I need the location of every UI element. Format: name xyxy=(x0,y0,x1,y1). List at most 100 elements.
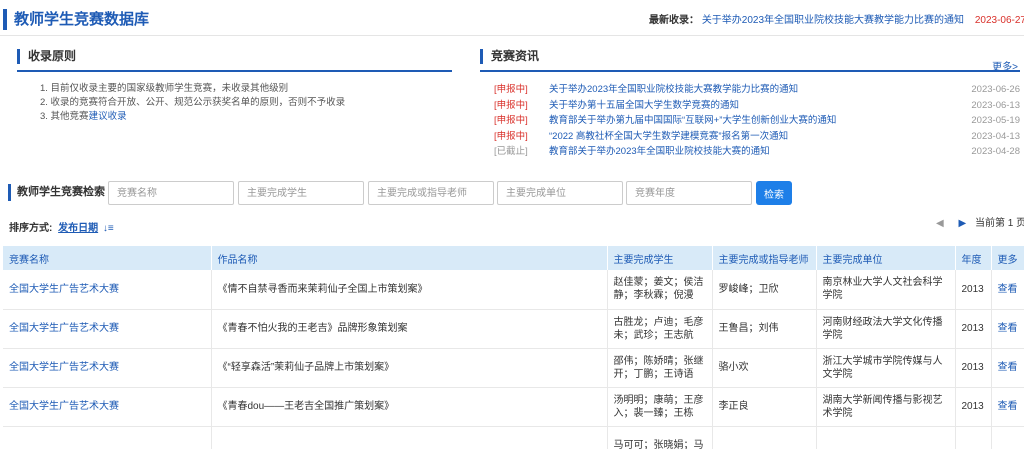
news-item[interactable]: [申报中] 教育部关于举办第九届中国国际“互联网+”大学生创新创业大赛的通知 2… xyxy=(494,113,1020,129)
principle-item: 3. 其他竞赛建议收录 xyxy=(40,110,345,124)
news-item[interactable]: [已截止] 教育部关于举办2023年全国职业院校技能大赛的通知 2023-04-… xyxy=(494,144,1020,160)
teachers-cell: 王鲁昌；刘伟 xyxy=(712,309,817,349)
next-page-icon[interactable]: ▶ xyxy=(958,218,966,229)
column-header: 主要完成或指导老师 xyxy=(712,246,817,270)
unit-cell: 湖南大学新闻传播与影视艺术学院 xyxy=(816,387,956,427)
latest-entry: 最新收录： 关于举办2023年全国职业院校技能大赛教学能力比赛的通知 2023-… xyxy=(649,11,1024,26)
principles-list: 1. 目前仅收录主要的国家级教师学生竞赛，未收录其他级别 2. 收录的竞赛符合开… xyxy=(40,82,345,124)
competition-name-input[interactable] xyxy=(108,181,234,205)
news-title-link[interactable]: “2022 高教社杯全国大学生数学建模竞赛”报名第一次通知 xyxy=(549,129,788,145)
news-date: 2023-04-13 xyxy=(971,130,1020,142)
view-link[interactable]: 查看 xyxy=(991,309,1024,349)
students-cell: 赵佳蒙；姜文；侯洁静；李秋霖；倪漫 xyxy=(607,270,713,310)
column-header: 更多 xyxy=(991,246,1024,270)
teachers-cell: 骆小欢 xyxy=(712,348,817,388)
news-date: 2023-06-26 xyxy=(971,84,1020,95)
view-link[interactable]: 查看 xyxy=(991,387,1024,427)
principle-item-prefix: 3. 其他竞赛 xyxy=(40,111,89,122)
news-title-link[interactable]: 教育部关于举办2023年全国职业院校技能大赛的通知 xyxy=(549,144,770,160)
search-label: 教师学生竞赛检索 xyxy=(8,184,105,201)
unit-cell xyxy=(816,426,956,449)
page-indicator: 当前第 1 页 xyxy=(974,218,1024,229)
news-item[interactable]: [申报中] 关于举办2023年全国职业院校技能大赛教学能力比赛的通知 2023-… xyxy=(494,82,1020,98)
teachers-cell: 罗峻峰；卫欣 xyxy=(712,270,817,310)
year-cell: 2013 xyxy=(955,387,992,427)
table-row: 全国大学生广告艺术大赛 《青春dou——王老吉全国推广策划案》 汤明明；康萌；王… xyxy=(3,387,1024,427)
pager: ◀ ▶ 当前第 1 页 xyxy=(936,214,1024,229)
student-input[interactable] xyxy=(238,181,364,205)
principle-item: 1. 目前仅收录主要的国家级教师学生竞赛，未收录其他级别 xyxy=(40,83,289,94)
latest-title-link[interactable]: 关于举办2023年全国职业院校技能大赛教学能力比赛的通知 xyxy=(702,15,964,26)
sort-desc-icon[interactable]: ↓≡ xyxy=(103,223,114,234)
year-cell xyxy=(955,426,992,449)
column-header: 作品名称 xyxy=(211,246,608,270)
view-link[interactable]: 查看 xyxy=(991,270,1024,310)
column-header: 竞赛名称 xyxy=(3,246,212,270)
teacher-input[interactable] xyxy=(368,181,494,205)
news-list: [申报中] 关于举办2023年全国职业院校技能大赛教学能力比赛的通知 2023-… xyxy=(494,82,1020,160)
more-news-link[interactable]: 更多> xyxy=(992,58,1018,73)
news-date: 2023-05-19 xyxy=(971,115,1020,126)
competition-link[interactable]: 全国大学生广告艺术大赛 xyxy=(3,270,212,310)
unit-cell: 浙江大学城市学院传媒与人文学院 xyxy=(816,348,956,388)
students-cell: 汤明明；康萌；王彦入；裴一臻；王栋 xyxy=(607,387,713,427)
year-cell: 2013 xyxy=(955,309,992,349)
news-date: 2023-04-28 xyxy=(971,146,1020,157)
table-row: 全国大学生广告艺术大赛 《情不自禁寻香而来茉莉仙子全国上市策划案》 赵佳蒙；姜文… xyxy=(3,270,1024,310)
table-row: 马可可；张晓娟；马 xyxy=(3,426,1024,449)
column-header: 主要完成学生 xyxy=(607,246,713,270)
unit-input[interactable] xyxy=(497,181,623,205)
unit-cell: 南京林业大学人文社会科学学院 xyxy=(816,270,956,310)
table-row: 全国大学生广告艺术大赛 《青春不怕火我的王老吉》品牌形象策划案 古胜龙；卢迪；毛… xyxy=(3,309,1024,349)
news-item[interactable]: [申报中] 关于举办第十五届全国大学生数学竞赛的通知 2023-06-13 xyxy=(494,98,1020,114)
view-link[interactable]: 查看 xyxy=(991,348,1024,388)
work-title: 《青春dou——王老吉全国推广策划案》 xyxy=(211,387,608,427)
news-title-link[interactable]: 关于举办第十五届全国大学生数学竞赛的通知 xyxy=(549,98,739,114)
view-link[interactable] xyxy=(991,426,1024,449)
teachers-cell: 李正良 xyxy=(712,387,817,427)
header: 教师学生竞赛数据库 最新收录： 关于举办2023年全国职业院校技能大赛教学能力比… xyxy=(0,0,1024,36)
students-cell: 古胜龙；卢迪；毛彦未；武珍；王志航 xyxy=(607,309,713,349)
news-tag: [已截止] xyxy=(494,146,528,157)
unit-cell: 河南财经政法大学文化传播学院 xyxy=(816,309,956,349)
news-item[interactable]: [申报中] “2022 高教社杯全国大学生数学建模竞赛”报名第一次通知 2023… xyxy=(494,129,1020,145)
year-input[interactable] xyxy=(626,181,752,205)
competition-link[interactable]: 全国大学生广告艺术大赛 xyxy=(3,309,212,349)
year-cell: 2013 xyxy=(955,348,992,388)
principles-divider xyxy=(17,70,452,72)
sort-date-button[interactable]: 发布日期 xyxy=(58,223,98,234)
principles-title: 收录原则 xyxy=(17,49,76,64)
latest-date: 2023-06-27 xyxy=(974,15,1024,26)
students-cell: 邵伟；陈娇晴；张继开；丁鹏；王诗语 xyxy=(607,348,713,388)
teachers-cell xyxy=(712,426,817,449)
sort-label: 排序方式: xyxy=(9,223,53,234)
competition-link[interactable] xyxy=(3,426,212,449)
site-title[interactable]: 教师学生竞赛数据库 xyxy=(3,9,149,30)
table-header-row: 竞赛名称 作品名称 主要完成学生 主要完成或指导老师 主要完成单位 年度 更多 xyxy=(3,246,1024,270)
search-button[interactable]: 检索 xyxy=(756,181,792,205)
news-title-link[interactable]: 关于举办2023年全国职业院校技能大赛教学能力比赛的通知 xyxy=(549,82,798,98)
news-title-link[interactable]: 教育部关于举办第九届中国国际“互联网+”大学生创新创业大赛的通知 xyxy=(549,113,836,129)
latest-label: 最新收录： xyxy=(649,15,700,26)
table-row: 全国大学生广告艺术大赛 《“轻享森活”茉莉仙子品牌上市策划案》 邵伟；陈娇晴；张… xyxy=(3,348,1024,388)
column-header: 主要完成单位 xyxy=(816,246,956,270)
competition-link[interactable]: 全国大学生广告艺术大赛 xyxy=(3,348,212,388)
news-divider xyxy=(480,70,1020,72)
sort-control: 排序方式: 发布日期 ↓≡ xyxy=(9,219,114,234)
competition-link[interactable]: 全国大学生广告艺术大赛 xyxy=(3,387,212,427)
principle-item: 2. 收录的竞赛符合开放、公开、规范公示获奖名单的原则，否则不予收录 xyxy=(40,97,346,108)
news-title: 竞赛资讯 xyxy=(480,49,539,64)
prev-page-icon[interactable]: ◀ xyxy=(936,218,944,229)
results-table: 竞赛名称 作品名称 主要完成学生 主要完成或指导老师 主要完成单位 年度 更多 … xyxy=(3,246,1024,449)
news-tag: [申报中] xyxy=(494,115,528,126)
column-header: 年度 xyxy=(955,246,992,270)
students-cell: 马可可；张晓娟；马 xyxy=(607,426,713,449)
news-date: 2023-06-13 xyxy=(971,99,1020,111)
news-tag: [申报中] xyxy=(494,84,528,95)
suggest-link[interactable]: 建议收录 xyxy=(89,111,127,122)
work-title xyxy=(211,426,608,449)
work-title: 《情不自禁寻香而来茉莉仙子全国上市策划案》 xyxy=(211,270,608,310)
work-title: 《青春不怕火我的王老吉》品牌形象策划案 xyxy=(211,309,608,349)
news-tag: [申报中] xyxy=(494,99,528,111)
work-title: 《“轻享森活”茉莉仙子品牌上市策划案》 xyxy=(211,348,608,388)
